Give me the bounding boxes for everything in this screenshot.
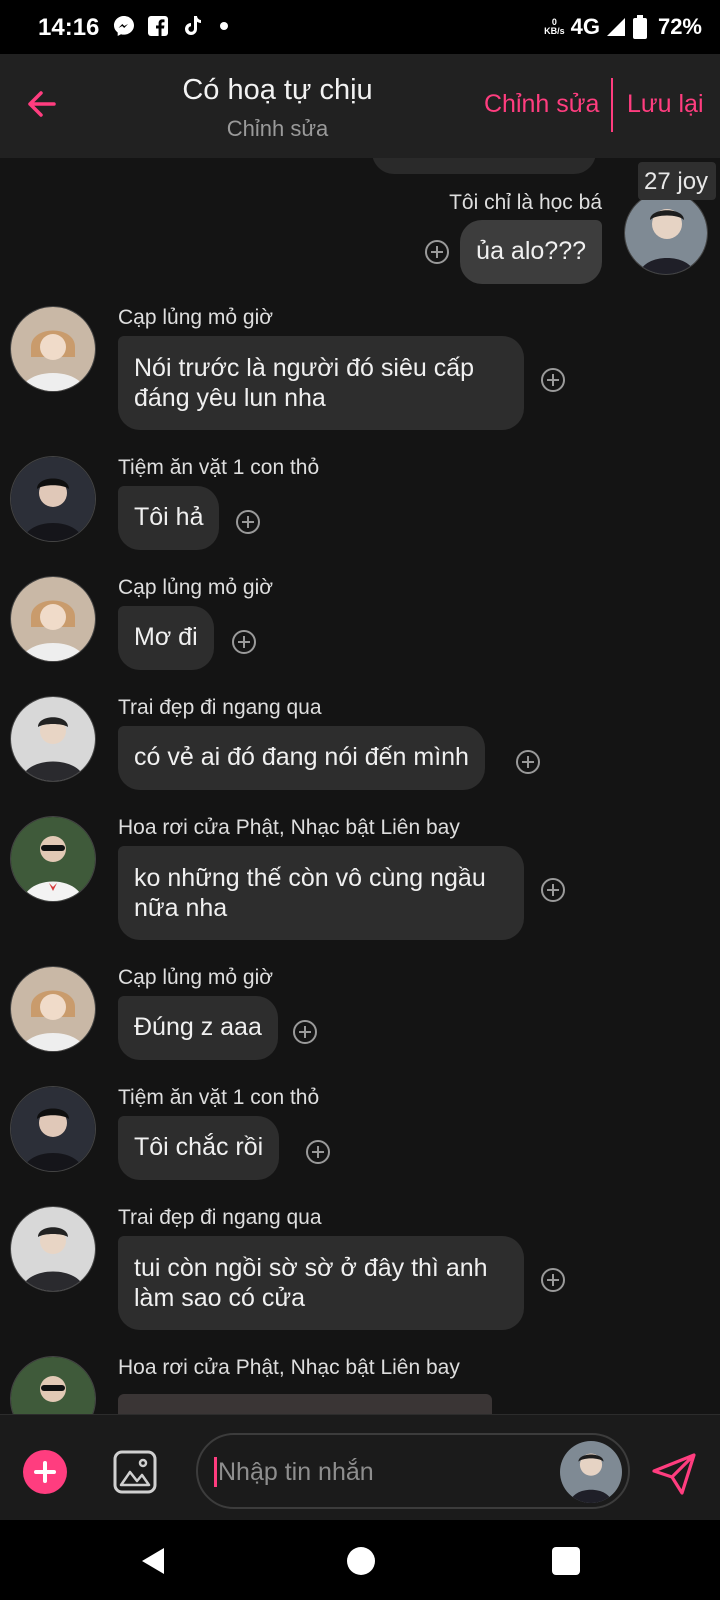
system-nav-bar <box>0 1520 720 1600</box>
header-divider <box>611 78 613 132</box>
message-bubble[interactable]: Tôi hả <box>118 486 220 550</box>
page-title: Có hoạ tự chịu <box>182 74 373 106</box>
network-type: 4G <box>570 14 600 39</box>
avatar[interactable] <box>10 1206 96 1292</box>
sender-name: Trai đẹp đi ngang qua <box>118 696 322 719</box>
avatar[interactable] <box>624 191 708 275</box>
message-bubble[interactable]: ủa alo??? <box>460 220 602 284</box>
image-picker-icon[interactable] <box>112 1449 158 1495</box>
chat-header: Có hoạ tự chịu Chỉnh sửa Chỉnh sửa Lưu l… <box>0 54 720 158</box>
avatar[interactable] <box>10 1356 96 1414</box>
message-input-field[interactable] <box>196 1433 630 1509</box>
add-button[interactable] <box>23 1450 67 1494</box>
sender-name: Tiệm ăn vặt 1 con thỏ <box>118 456 320 479</box>
message-bubble[interactable]: Đúng z aaa <box>118 996 278 1060</box>
facebook-icon <box>148 16 168 36</box>
message-bubble[interactable]: Tôi chắc rồi <box>118 1116 280 1180</box>
status-indicators: 0 KB/s 4G 72% <box>544 14 702 40</box>
save-button[interactable]: Lưu lại <box>627 90 704 119</box>
net-speed: 0 KB/s <box>544 17 565 36</box>
avatar[interactable] <box>10 966 96 1052</box>
nav-home-icon[interactable] <box>347 1547 375 1575</box>
battery-icon <box>632 15 647 39</box>
avatar[interactable] <box>10 696 96 782</box>
sender-avatar[interactable] <box>560 1441 622 1503</box>
tiktok-icon <box>185 16 201 35</box>
sender-name: Cạp lủng mỏ giờ <box>118 966 274 989</box>
message-bubble[interactable]: Mơ đi <box>118 606 214 670</box>
chat-list[interactable]: Tôi chỉ là học bá ủa alo??? 27 joy Cạp l… <box>0 158 720 1414</box>
sender-name: Trai đẹp đi ngang qua <box>118 1206 322 1229</box>
message-bubble[interactable]: tui còn ngồi sờ sờ ở đây thì anh làm sao… <box>118 1236 524 1330</box>
add-reaction-icon[interactable] <box>541 878 565 902</box>
page-subtitle: Chỉnh sửa <box>226 116 329 141</box>
avatar[interactable] <box>10 306 96 392</box>
sender-name: Tiệm ăn vặt 1 con thỏ <box>118 1086 320 1109</box>
avatar[interactable] <box>10 816 96 902</box>
avatar[interactable] <box>10 1086 96 1172</box>
nav-recents-icon[interactable] <box>552 1547 580 1575</box>
add-reaction-icon[interactable] <box>425 240 449 264</box>
edit-button[interactable]: Chỉnh sửa <box>484 90 599 119</box>
image-message[interactable] <box>118 1394 492 1414</box>
add-reaction-icon[interactable] <box>236 510 260 534</box>
battery-percent: 72% <box>657 14 702 39</box>
send-icon[interactable] <box>650 1449 698 1497</box>
message-input[interactable] <box>216 1451 540 1493</box>
messenger-icon <box>114 16 134 36</box>
add-reaction-icon[interactable] <box>516 750 540 774</box>
add-reaction-icon[interactable] <box>541 1268 565 1292</box>
message-bubble[interactable]: có vẻ ai đó đang nói đến mình <box>118 726 485 790</box>
sender-name: Cạp lủng mỏ giờ <box>118 576 274 599</box>
avatar[interactable] <box>10 576 96 662</box>
sender-name: Hoa rơi cửa Phật, Nhạc bật Liên bay <box>118 1356 460 1379</box>
sender-name: Cạp lủng mỏ giờ <box>118 306 274 329</box>
message-bubble[interactable]: ko những thế còn vô cùng ngầu nữa nha <box>118 846 524 940</box>
sender-name: Hoa rơi cửa Phật, Nhạc bật Liên bay <box>118 816 460 839</box>
dot-icon <box>220 22 228 30</box>
add-reaction-icon[interactable] <box>541 368 565 392</box>
previous-message-bubble <box>372 158 596 174</box>
avatar[interactable] <box>10 456 96 542</box>
sender-name: Tôi chỉ là học bá <box>449 191 602 214</box>
add-reaction-icon[interactable] <box>306 1140 330 1164</box>
message-bubble[interactable]: Nói trước là người đó siêu cấp đáng yêu … <box>118 336 524 430</box>
add-reaction-icon[interactable] <box>232 630 256 654</box>
add-reaction-icon[interactable] <box>293 1020 317 1044</box>
message-composer <box>0 1414 720 1521</box>
status-time: 14:16 <box>38 14 100 41</box>
nav-back-icon[interactable] <box>138 1546 168 1576</box>
reaction-badge: 27 joy <box>638 162 717 200</box>
status-bar: 14:16 0 KB/s 4G 72% <box>0 0 720 54</box>
signal-icon <box>606 18 625 36</box>
